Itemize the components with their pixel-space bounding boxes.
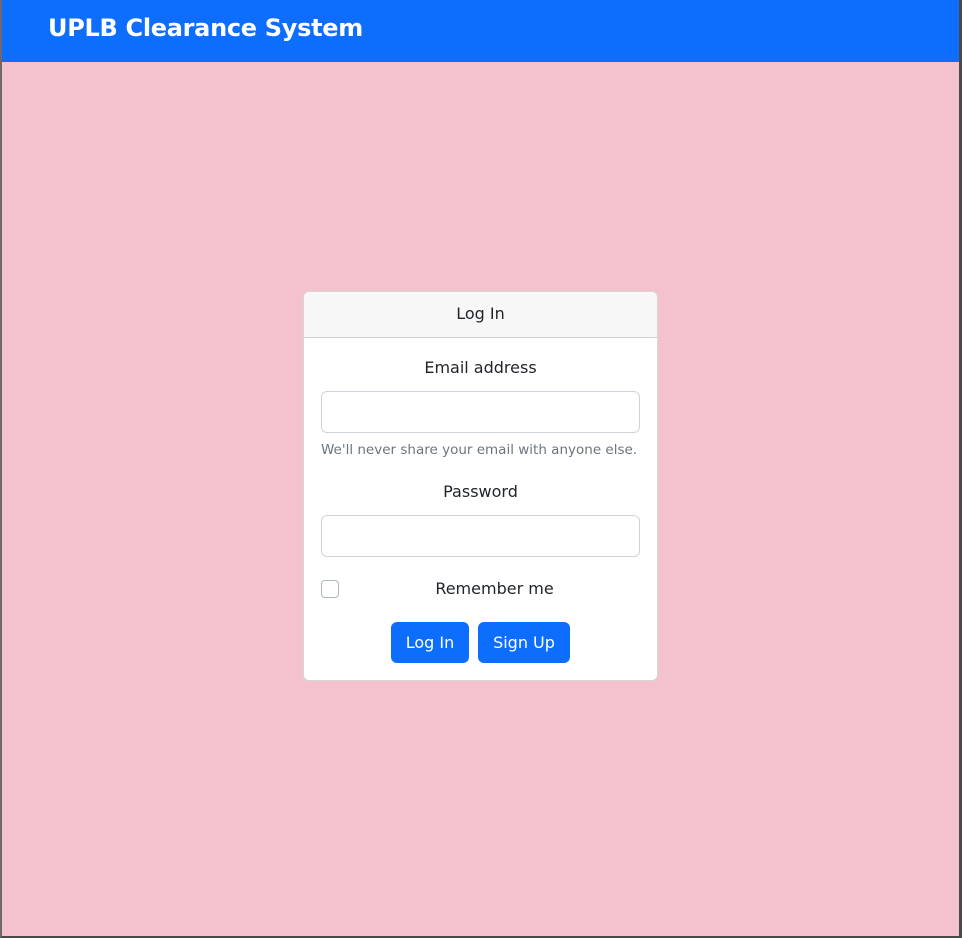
email-label: Email address [424,358,537,377]
login-button[interactable]: Log In [391,622,469,663]
brand-title[interactable]: UPLB Clearance System [48,14,363,42]
remember-me-label[interactable]: Remember me [321,579,657,598]
signup-button[interactable]: Sign Up [478,622,570,663]
email-help-text: We'll never share your email with anyone… [321,442,638,458]
email-input[interactable] [321,391,640,433]
navbar: UPLB Clearance System [0,0,962,62]
card-title: Log In [304,292,657,338]
login-card: Log In Email address We'll never share y… [303,291,658,681]
password-label: Password [443,482,518,501]
password-input[interactable] [321,515,640,557]
